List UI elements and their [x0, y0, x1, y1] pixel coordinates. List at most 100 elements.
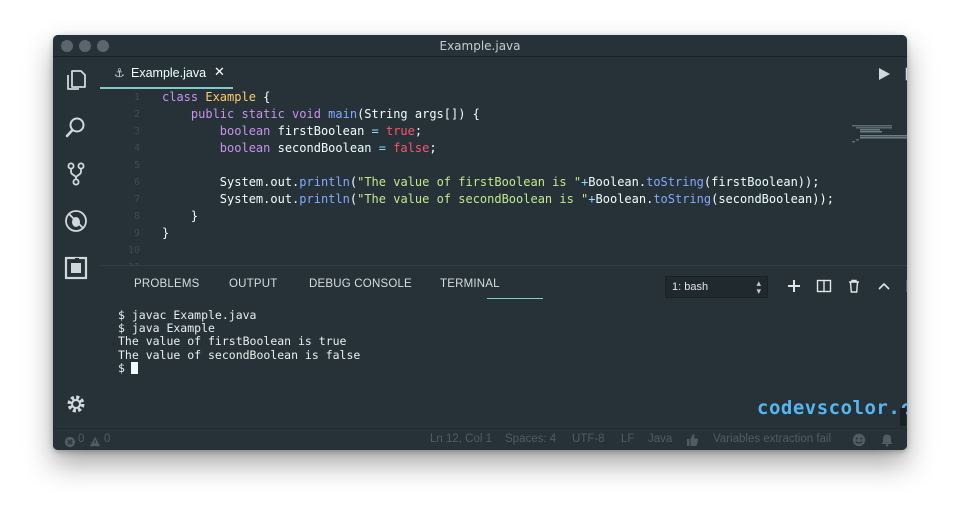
debug-icon[interactable]	[63, 208, 89, 234]
code-line[interactable]: 4 boolean secondBoolean = false;	[100, 140, 860, 157]
cursor-position[interactable]: Ln 12, Col 1	[430, 433, 492, 445]
code-token: (secondBoolean));	[711, 192, 834, 206]
code-line[interactable]: 8 }	[100, 208, 860, 225]
code-token: Boolean.	[588, 175, 647, 189]
line-number: 10	[127, 245, 140, 256]
status-bar: 0 0 Ln 12, Col 1 Spaces: 4 UTF-8 LF Java…	[53, 428, 907, 450]
terminal-scrollbar[interactable]	[900, 408, 906, 426]
code-text: class Example {	[162, 91, 270, 106]
code-token: false	[393, 141, 430, 155]
explorer-icon[interactable]	[63, 67, 89, 93]
split-terminal-icon[interactable]	[816, 278, 832, 294]
code-token: public static void	[162, 107, 329, 121]
code-token: (firstBoolean));	[703, 175, 820, 189]
terminal-line: The value of secondBoolean is false	[118, 347, 361, 362]
source-control-icon[interactable]	[63, 161, 89, 187]
code-token: boolean	[162, 141, 278, 155]
terminal-select[interactable]: 1: bash ▴ ▾	[665, 276, 768, 298]
code-text: boolean firstBoolean = true;	[162, 123, 422, 140]
terminal-cursor	[130, 361, 138, 374]
encoding[interactable]: UTF-8	[572, 433, 605, 445]
code-token: (	[349, 175, 358, 189]
code-line[interactable]: 7 System.out.println("The value of secon…	[100, 191, 860, 208]
tab-terminal[interactable]: TERMINAL	[440, 278, 500, 290]
code-token: toString	[646, 175, 704, 189]
code-token: main	[328, 107, 358, 121]
line-number: 1	[133, 92, 140, 103]
error-count[interactable]: 0	[78, 433, 84, 445]
code-token: System.out.	[162, 192, 300, 206]
tab-label: Example.java	[131, 66, 207, 80]
terminal-select-value: 1: bash	[672, 281, 709, 293]
line-number: 5	[133, 160, 140, 171]
window-title: Example.java	[439, 39, 521, 53]
active-tab-indicator	[487, 298, 543, 299]
code-token: class	[162, 91, 206, 104]
code-token: println	[299, 192, 350, 206]
code-token: true	[385, 124, 415, 138]
notifications-bell-icon[interactable]	[880, 432, 894, 447]
code-text: }	[162, 208, 198, 225]
status-message[interactable]: Variables extraction fail	[713, 433, 831, 445]
vscode-window: Example.java ⚓ Example.java ✕ 1 class Ex…	[53, 35, 907, 450]
code-token: Example	[205, 91, 256, 104]
code-line[interactable]: 5	[100, 157, 860, 174]
toggle-panel-position-icon[interactable]	[906, 278, 907, 294]
extensions-icon[interactable]	[63, 255, 89, 281]
code-token: =	[371, 124, 386, 138]
search-icon[interactable]	[63, 114, 89, 140]
indentation[interactable]: Spaces: 4	[505, 433, 556, 445]
code-token: println	[299, 175, 350, 189]
trash-icon[interactable]	[846, 278, 862, 294]
title-bar: Example.java	[53, 35, 907, 57]
warning-icon[interactable]	[89, 433, 103, 447]
code-line[interactable]: 2 public static void main(String args[])…	[100, 106, 860, 123]
split-editor-icon[interactable]	[904, 65, 907, 83]
code-text: boolean secondBoolean = false;	[162, 140, 437, 157]
code-line[interactable]: 9}	[100, 225, 860, 242]
line-number: 8	[133, 211, 140, 222]
minimap[interactable]	[852, 125, 907, 143]
code-token: {	[255, 91, 271, 104]
code-line[interactable]: 6 System.out.println("The value of first…	[100, 174, 860, 191]
code-text: }	[162, 225, 169, 242]
error-icon[interactable]	[64, 433, 78, 448]
run-icon[interactable]	[875, 65, 893, 83]
line-number: 4	[133, 143, 140, 154]
activity-bar	[53, 57, 100, 428]
line-number: 2	[133, 109, 140, 120]
terminal-output[interactable]: $ javac Example.java $ java Example The …	[118, 308, 618, 375]
line-number: 6	[133, 177, 140, 188]
code-token: boolean	[162, 124, 278, 138]
tab-problems[interactable]: PROBLEMS	[134, 278, 200, 290]
code-token: }	[162, 209, 199, 223]
editor-tab-bar: ⚓ Example.java ✕	[100, 57, 907, 91]
close-tab-icon[interactable]: ✕	[214, 65, 225, 80]
code-token: =	[378, 141, 394, 155]
line-number: 9	[133, 228, 140, 239]
code-token: (String args[]) {	[357, 107, 480, 121]
code-line[interactable]: 3 boolean firstBoolean = true;	[100, 123, 860, 140]
tab-output[interactable]: OUTPUT	[229, 278, 277, 290]
feedback-smiley-icon[interactable]	[852, 432, 866, 447]
warning-count[interactable]: 0	[104, 433, 110, 445]
new-terminal-icon[interactable]	[786, 278, 802, 294]
end-of-line[interactable]: LF	[621, 433, 634, 445]
settings-gear-icon[interactable]	[63, 391, 89, 417]
line-number: 3	[133, 126, 140, 137]
watermark: codevscolor.com	[757, 397, 907, 419]
code-token: firstBoolean	[277, 124, 372, 138]
code-token: +	[588, 192, 596, 206]
terminal-prompt: $	[118, 360, 125, 375]
code-token: Boolean.	[595, 192, 654, 206]
tab-debug-console[interactable]: DEBUG CONSOLE	[309, 278, 412, 290]
terminal-prompt-line: $	[118, 360, 618, 375]
code-line[interactable]: 10	[100, 242, 860, 259]
maximize-panel-icon[interactable]	[876, 278, 892, 294]
code-text: System.out.println("The value of firstBo…	[162, 174, 820, 191]
code-line[interactable]: 1 class Example {	[100, 91, 860, 106]
code-token: }	[162, 226, 170, 240]
tab-example-java[interactable]: ⚓ Example.java ✕	[100, 57, 233, 89]
language-mode[interactable]: Java	[648, 433, 672, 445]
thumbs-up-icon[interactable]	[685, 432, 699, 446]
